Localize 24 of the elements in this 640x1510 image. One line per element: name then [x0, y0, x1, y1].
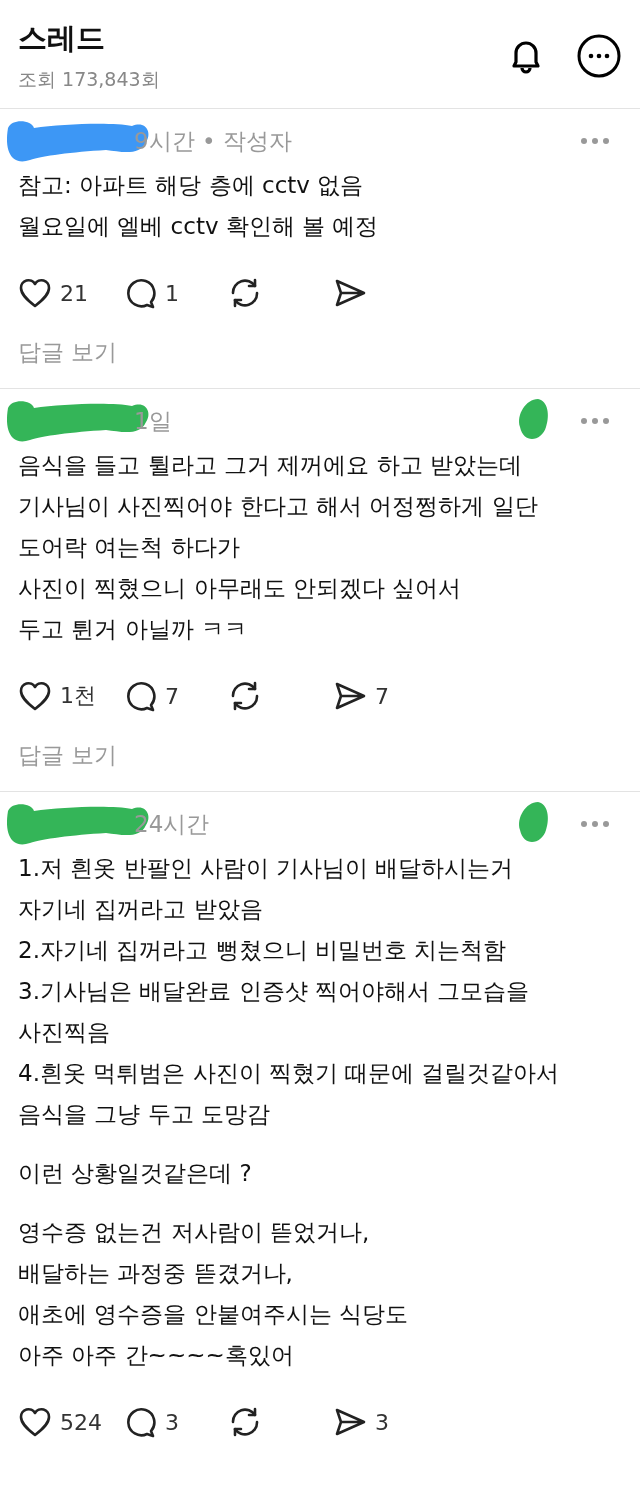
- action-count: 3: [375, 1409, 389, 1435]
- action-count: 1: [165, 280, 179, 306]
- action-count: 524: [60, 1409, 102, 1435]
- send-icon[interactable]: [333, 1406, 367, 1438]
- send-icon[interactable]: [333, 680, 367, 712]
- heart-icon[interactable]: [18, 1406, 52, 1438]
- comment-text: 음식을 들고 튈라고 그거 제꺼에요 하고 받았는데 기사님이 사진찍어야 한다고 해서 어정쩡하게 일단 도어락 여는척 하다가 사진이 찍혔으니 아무래도 안되겠다 싶어서 두고 튄거 아닐까 ㅋㅋ: [18, 451, 539, 644]
- comment-text: 1.저 흰옷 반팔인 사람이 기사님이 배달하시는거 자기네 집꺼라고 받았음 2.자기네 집꺼라고 뻥쳤으니 비밀번호 치는척함 3.기사님은 배달완료 인증샷 찍어야해서 그모습을 사진찍음 4.흰옷 먹튀범은 사진이 찍혔기 때문에 걸릴것같아서 음식을 그냥 두고 도망감: [18, 854, 561, 1129]
- comment-text: 영수증 없는건 저사람이 뜯었거나, 배달하는 과정중 뜯겼거나, 애초에 영수증을 안붙여주시는 식당도 아주 아주 간~~~~혹있어: [18, 1218, 409, 1370]
- comment-text: 이런 상황일것같은데 ?: [18, 1159, 253, 1188]
- action-count: 3: [165, 1409, 179, 1435]
- comment-text: 참고: 아파트 해당 층에 cctv 없음 월요일에 엘베 cctv 확인해 볼 예정: [18, 171, 380, 241]
- action-count: 7: [165, 683, 179, 709]
- action-count: 7: [375, 683, 389, 709]
- action-count: 21: [60, 280, 88, 306]
- more-icon[interactable]: [576, 33, 622, 79]
- heart-icon[interactable]: [18, 680, 52, 712]
- action-count: 1천: [60, 682, 96, 710]
- view-replies-link[interactable]: 답글 보기: [18, 337, 118, 368]
- view-count: 조회 173,843회: [18, 67, 160, 92]
- page-title: 스레드: [18, 20, 106, 57]
- view-replies-link[interactable]: 답글 보기: [18, 740, 118, 771]
- heart-icon[interactable]: [18, 277, 52, 309]
- send-icon[interactable]: [333, 277, 367, 309]
